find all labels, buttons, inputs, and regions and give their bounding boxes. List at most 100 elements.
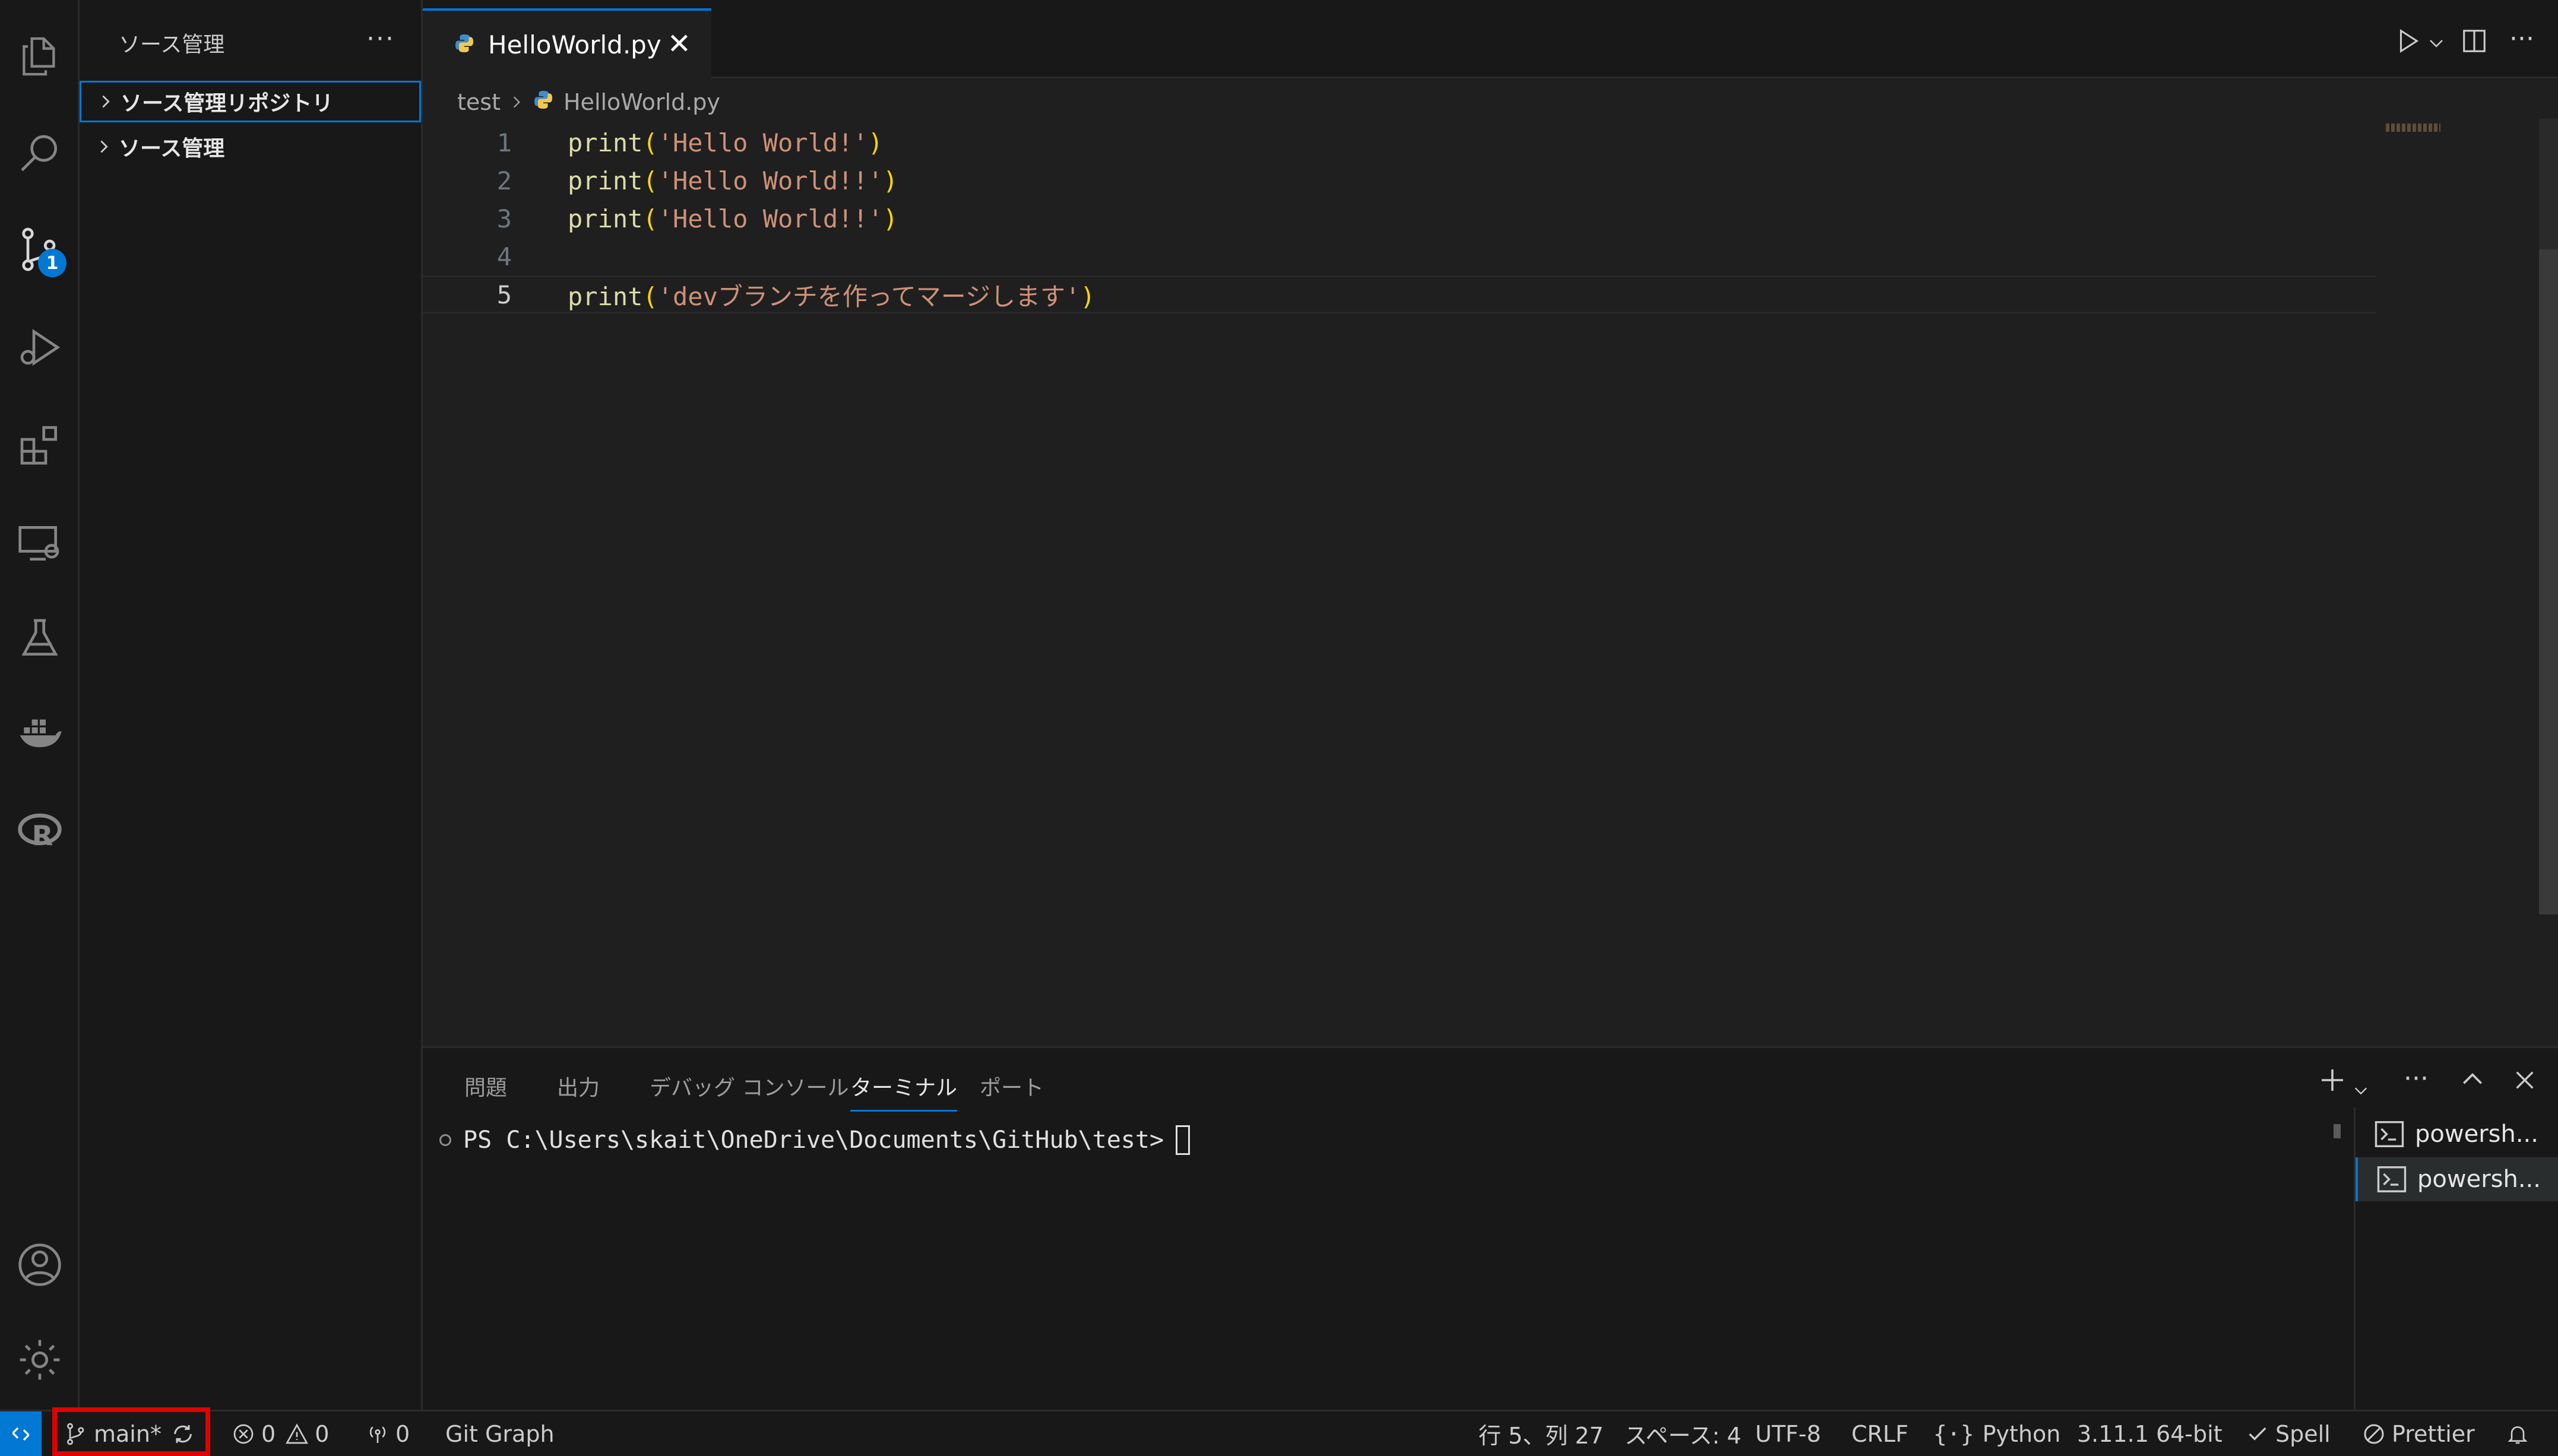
code-token: print	[568, 204, 643, 233]
remote-icon	[12, 1427, 30, 1441]
minimap[interactable]	[2386, 124, 2440, 132]
warning-count: 0	[315, 1420, 330, 1447]
source-control-icon[interactable]: 1	[0, 205, 80, 294]
line-text: print('devブランチを作ってマージします')	[568, 277, 1096, 313]
cursor-position[interactable]: 行 5、列 27	[1479, 1411, 1604, 1456]
terminal-output[interactable]: PS C:\Users\skait\OneDrive\Documents\Git…	[439, 1125, 1191, 1155]
code-token: (	[642, 281, 658, 311]
prohibited-icon	[2364, 1424, 2384, 1444]
sidebar-more-button[interactable]: ···	[366, 24, 395, 54]
sidebar-item-repositories[interactable]: ソース管理リポジトリ	[80, 81, 421, 122]
broadcast-icon	[369, 1426, 386, 1443]
testing-icon[interactable]	[0, 594, 80, 683]
code-line-active: 5 print('devブランチを作ってマージします')	[423, 276, 2376, 314]
terminal-item[interactable]: powersh...	[2356, 1112, 2558, 1156]
docker-icon[interactable]	[0, 689, 80, 778]
code-line: 2 print('Hello World!!')	[423, 162, 2376, 200]
chevron-right-icon	[91, 93, 121, 110]
account-icon[interactable]	[0, 1220, 80, 1309]
split-editor-icon[interactable]	[2461, 27, 2488, 57]
terminal-item-selected[interactable]: powersh...	[2356, 1157, 2558, 1201]
line-text: print('Hello World!!')	[568, 166, 898, 195]
spell-status[interactable]: Spell	[2246, 1411, 2331, 1456]
terminal-item-label: powersh...	[2415, 1121, 2538, 1148]
line-text: print('Hello World!')	[568, 128, 883, 157]
extensions-icon[interactable]	[0, 401, 80, 490]
remote-indicator[interactable]	[0, 1411, 42, 1456]
code-token: )	[883, 166, 898, 195]
breadcrumb-file[interactable]: HelloWorld.py	[563, 89, 720, 115]
terminal-item-label: powersh...	[2417, 1166, 2541, 1193]
status-bar: main* 0 0 0 Git Graph 行 5、列 27 スペース: 4 U…	[0, 1410, 2558, 1456]
code-token: 'Hello World!!'	[657, 204, 884, 233]
python-interpreter[interactable]: 3.11.1 64-bit	[2077, 1411, 2223, 1456]
run-debug-icon[interactable]	[0, 303, 80, 392]
explorer-icon[interactable]	[0, 12, 80, 101]
code-line: 1 print('Hello World!')	[423, 124, 2376, 162]
maximize-panel-chevron-up-icon[interactable]	[2459, 1066, 2486, 1099]
branch-highlight-box	[52, 1407, 210, 1456]
chevron-right-icon	[509, 89, 524, 115]
tab-label: HelloWorld.py	[488, 30, 661, 59]
tab-problems[interactable]: 問題	[464, 1071, 507, 1102]
terminal-cursor	[1176, 1125, 1191, 1155]
prettier-label: Prettier	[2392, 1420, 2475, 1447]
git-graph-button[interactable]: Git Graph	[445, 1411, 555, 1456]
tab-debug-console[interactable]: デバッグ コンソール	[650, 1071, 849, 1102]
line-number: 2	[496, 166, 512, 195]
language-mode[interactable]: {·} Python	[1933, 1411, 2060, 1456]
bottom-panel: 問題 出力 デバッグ コンソール ターミナル ポート ··· PS C:\Use…	[423, 1046, 2558, 1410]
terminal-list: powersh... powersh...	[2354, 1107, 2558, 1410]
encoding[interactable]: UTF-8	[1755, 1411, 1821, 1456]
sidebar-item-label: ソース管理	[119, 137, 225, 161]
remote-explorer-icon[interactable]	[0, 499, 80, 588]
terminal-dropdown-chevron-icon[interactable]	[2353, 1073, 2369, 1106]
tab-terminal[interactable]: ターミナル	[850, 1071, 958, 1112]
settings-gear-icon[interactable]	[0, 1315, 80, 1404]
source-control-sidebar: ソース管理 ··· ソース管理リポジトリ ソース管理	[80, 0, 423, 1410]
terminal-icon	[2375, 1121, 2404, 1147]
indentation[interactable]: スペース: 4	[1625, 1411, 1742, 1456]
r-icon[interactable]: R	[0, 787, 80, 876]
ports-status[interactable]: 0	[366, 1411, 410, 1456]
code-token: 'devブランチを作ってマージします'	[657, 281, 1081, 311]
code-line: 3 print('Hello World!!')	[423, 200, 2376, 238]
code-token: )	[1080, 281, 1096, 311]
end-of-line[interactable]: CRLF	[1851, 1411, 1908, 1456]
run-dropdown-chevron-icon[interactable]	[2427, 34, 2445, 55]
terminal-scrollbar[interactable]	[2334, 1124, 2341, 1138]
python-file-icon	[454, 33, 475, 56]
code-editor[interactable]: 1 print('Hello World!') 2 print('Hello W…	[423, 119, 2376, 1045]
editor-tab-bar: HelloWorld.py ✕ ···	[423, 0, 2558, 78]
tab-output[interactable]: 出力	[557, 1071, 600, 1102]
breadcrumb-folder[interactable]: test	[457, 89, 501, 115]
error-icon	[233, 1424, 254, 1444]
line-number: 5	[496, 280, 512, 309]
panel-more-actions-icon[interactable]: ···	[2404, 1063, 2429, 1094]
tab-ports[interactable]: ポート	[980, 1071, 1044, 1102]
editor-more-actions-icon[interactable]: ···	[2509, 24, 2534, 54]
svg-text:R: R	[32, 820, 53, 852]
line-number: 3	[496, 204, 512, 233]
problems-status[interactable]: 0 0	[232, 1411, 329, 1456]
code-token: 'Hello World!!'	[657, 166, 884, 195]
activity-bar: 1 R	[0, 0, 80, 1410]
sidebar-title: ソース管理	[119, 33, 225, 57]
tab-close-button[interactable]: ✕	[667, 27, 691, 61]
line-text: print('Hello World!!')	[568, 204, 898, 233]
close-panel-icon[interactable]	[2513, 1066, 2537, 1099]
terminal-icon	[2377, 1166, 2407, 1192]
warning-icon	[286, 1423, 309, 1444]
sidebar-item-source-control[interactable]: ソース管理	[80, 126, 421, 167]
run-python-button[interactable]	[2394, 27, 2421, 57]
notifications-bell-icon[interactable]	[2506, 1411, 2535, 1456]
search-icon[interactable]	[0, 110, 80, 199]
code-line: 4	[423, 238, 2376, 276]
source-control-badge: 1	[38, 249, 67, 277]
new-terminal-button[interactable]	[2318, 1066, 2347, 1102]
code-token: )	[883, 204, 898, 233]
prettier-status[interactable]: Prettier	[2362, 1411, 2475, 1456]
line-number: 4	[496, 242, 512, 271]
tab-helloworld-py[interactable]: HelloWorld.py ✕	[423, 8, 711, 78]
editor-scrollbar-thumb[interactable]	[2539, 249, 2558, 914]
